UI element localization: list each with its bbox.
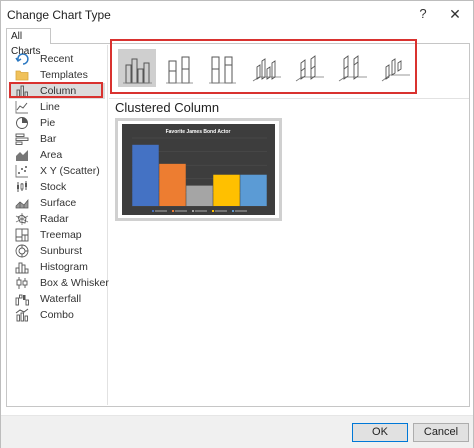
selected-chart-name: Clustered Column	[115, 100, 220, 115]
title-bar: Change Chart Type ? ✕	[1, 1, 473, 29]
sidebar-item-label: Radar	[40, 213, 69, 225]
line-chart-icon	[15, 100, 29, 114]
sidebar-item-histogram[interactable]: Histogram	[9, 259, 105, 275]
sidebar-item-label: Pie	[40, 117, 56, 129]
preview-legend-text	[215, 210, 227, 212]
dialog-title: Change Chart Type	[7, 8, 111, 22]
preview-legend-swatch	[232, 210, 234, 212]
preview-legend	[152, 210, 247, 212]
sidebar-item-label: Surface	[40, 197, 77, 209]
histogram-chart-icon	[15, 260, 29, 274]
sidebar-item-scatter[interactable]: X Y (Scatter)	[9, 163, 105, 179]
pie-chart-icon	[15, 116, 29, 130]
close-button[interactable]: ✕	[444, 4, 466, 24]
chart-preview[interactable]: Favorite James Bond Actor	[115, 118, 282, 221]
sidebar-item-label: X Y (Scatter)	[40, 165, 100, 177]
sidebar-item-pie[interactable]: Pie	[9, 115, 105, 131]
sidebar-item-surface[interactable]: Surface	[9, 195, 105, 211]
sidebar-item-label: Area	[40, 149, 63, 161]
preview-chart: Favorite James Bond Actor	[132, 129, 267, 212]
sidebar-item-label: Combo	[40, 309, 74, 321]
stock-chart-icon	[15, 180, 29, 194]
tab-all-charts[interactable]: All Charts	[6, 28, 51, 57]
sidebar-divider	[107, 45, 108, 405]
preview-legend-swatch	[192, 210, 194, 212]
preview-legend-swatch	[152, 210, 154, 212]
preview-bar	[186, 185, 213, 206]
surface-chart-icon	[15, 196, 29, 210]
area-chart-icon	[15, 148, 29, 162]
sidebar-item-label: Waterfall	[40, 293, 82, 305]
preview-chart-area: Favorite James Bond Actor	[122, 124, 275, 215]
gallery-divider	[109, 98, 469, 99]
preview-title: Favorite James Bond Actor	[166, 129, 231, 135]
preview-bar	[213, 174, 240, 206]
sidebar-item-bar[interactable]: Bar	[9, 131, 105, 147]
sidebar-item-templates[interactable]: Templates	[9, 67, 105, 83]
sidebar-item-sunburst[interactable]: Sunburst	[9, 243, 105, 259]
sidebar-item-combo[interactable]: Combo	[9, 307, 105, 323]
preview-bar	[159, 163, 186, 206]
column-highlight-box	[9, 82, 103, 98]
help-button[interactable]: ?	[413, 4, 433, 24]
box-whisker-chart-icon	[15, 276, 29, 290]
sidebar-item-label: Templates	[40, 69, 88, 81]
cancel-button[interactable]: Cancel	[413, 423, 469, 442]
sidebar-item-area[interactable]: Area	[9, 147, 105, 163]
preview-legend-text	[175, 210, 187, 212]
sidebar-item-label: Sunburst	[40, 245, 83, 257]
preview-bars	[132, 144, 267, 206]
combo-chart-icon	[15, 308, 29, 322]
sidebar-item-waterfall[interactable]: Waterfall	[9, 291, 105, 307]
sidebar-item-line[interactable]: Line	[9, 99, 105, 115]
scatter-chart-icon	[15, 164, 29, 178]
ok-button[interactable]: OK	[352, 423, 408, 442]
folder-icon	[15, 68, 29, 82]
radar-chart-icon	[15, 212, 29, 226]
change-chart-type-dialog: Change Chart Type ? ✕ All Charts Recent …	[0, 0, 474, 448]
preview-legend-swatch	[172, 210, 174, 212]
sidebar-item-radar[interactable]: Radar	[9, 211, 105, 227]
waterfall-chart-icon	[15, 292, 29, 306]
sidebar-item-box-whisker[interactable]: Box & Whisker	[9, 275, 109, 291]
sidebar-item-label: Stock	[40, 181, 67, 193]
sidebar-item-label: Recent	[40, 53, 74, 65]
sidebar-item-treemap[interactable]: Treemap	[9, 227, 105, 243]
bar-chart-icon	[15, 132, 29, 146]
preview-bar	[240, 174, 267, 206]
preview-bar	[132, 144, 159, 206]
sunburst-chart-icon	[15, 244, 29, 258]
sidebar-item-stock[interactable]: Stock	[9, 179, 105, 195]
sidebar-item-label: Box & Whisker	[40, 277, 109, 289]
sidebar-item-label: Histogram	[40, 261, 88, 273]
preview-legend-text	[155, 210, 167, 212]
sidebar-item-label: Treemap	[40, 229, 82, 241]
subtype-highlight-box	[110, 39, 417, 94]
preview-legend-swatch	[212, 210, 214, 212]
treemap-chart-icon	[15, 228, 29, 242]
sidebar-item-label: Bar	[40, 133, 57, 145]
preview-legend-text	[235, 210, 247, 212]
sidebar-item-label: Line	[40, 101, 60, 113]
preview-legend-text	[195, 210, 207, 212]
